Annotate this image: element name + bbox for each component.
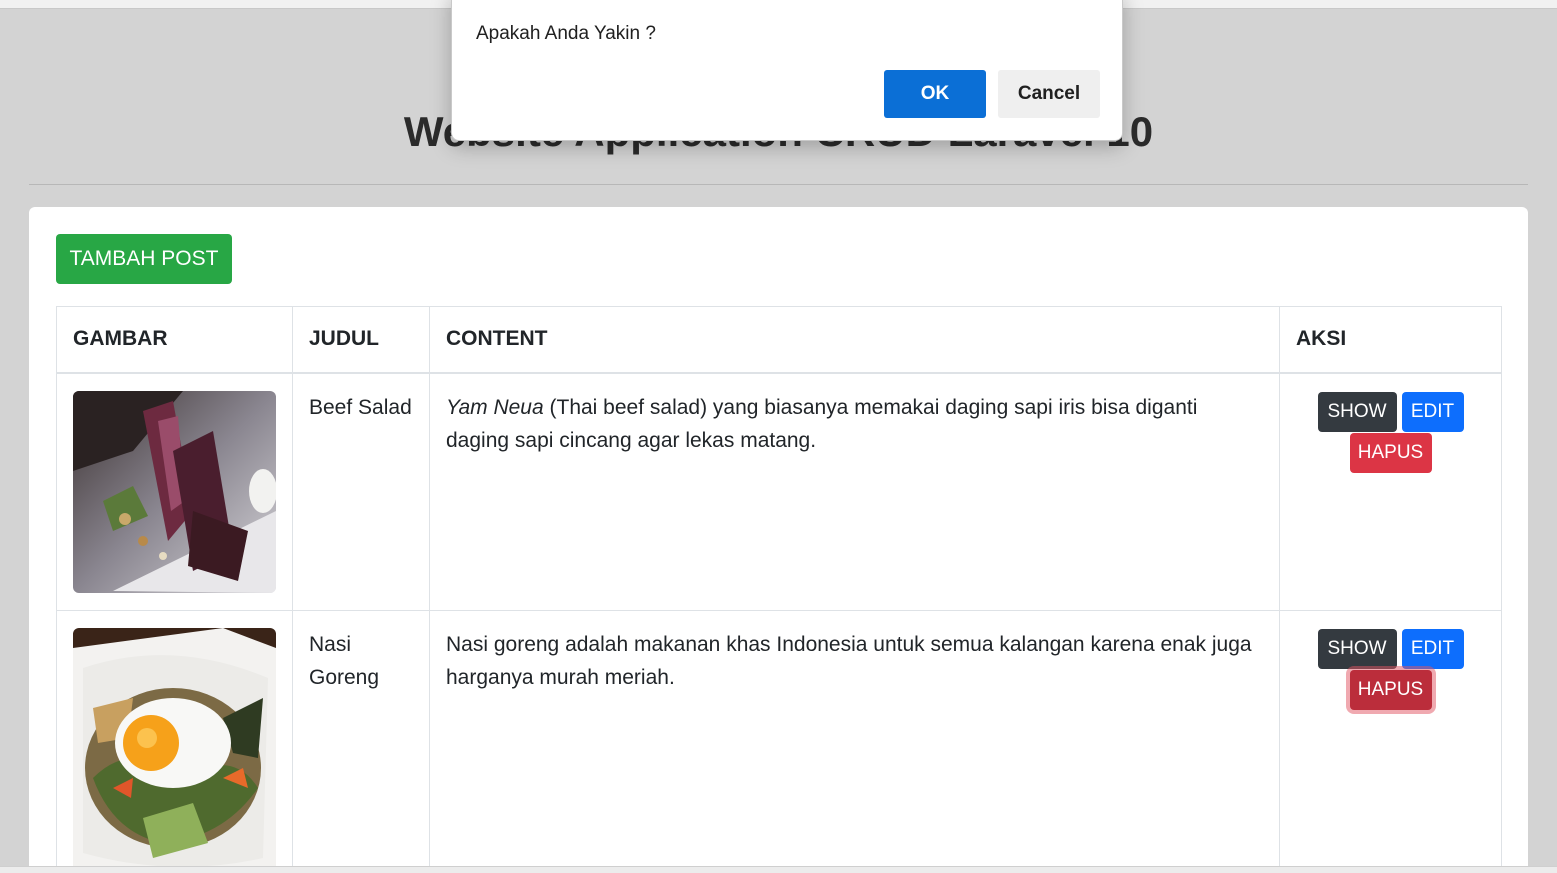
hapus-button[interactable]: HAPUS <box>1349 432 1432 473</box>
dialog-cancel-button[interactable]: Cancel <box>998 70 1100 118</box>
table-header-row: GAMBAR JUDUL CONTENT AKSI <box>56 306 1502 374</box>
edit-button[interactable]: EDIT <box>1401 391 1464 432</box>
content-cell: Nasi goreng adalah makanan khas Indonesi… <box>429 609 1280 873</box>
nasi-goreng-image <box>73 627 276 873</box>
image-cell <box>56 609 293 873</box>
add-post-button[interactable]: TAMBAH POST <box>56 234 232 284</box>
dialog-ok-button[interactable]: OK <box>884 70 986 118</box>
aksi-cell: SHOW EDIT HAPUS <box>1279 609 1502 873</box>
table-row: Beef Salad Yam Neua (Thai beef salad) ya… <box>56 372 1502 611</box>
content-text: (Thai beef salad) yang biasanya memakai … <box>446 395 1198 452</box>
content-italic: Yam Neua <box>446 395 544 419</box>
content-cell: Yam Neua (Thai beef salad) yang biasanya… <box>429 372 1280 611</box>
column-header-content: CONTENT <box>429 306 1280 374</box>
posts-card: TAMBAH POST GAMBAR JUDUL CONTENT AKSI Be… <box>29 207 1528 873</box>
judul-cell: Nasi Goreng <box>292 609 430 873</box>
hapus-button[interactable]: HAPUS <box>1349 669 1432 710</box>
confirm-dialog: Apakah Anda Yakin ? OK Cancel <box>451 0 1123 141</box>
edit-button[interactable]: EDIT <box>1401 628 1464 669</box>
column-header-judul: JUDUL <box>292 306 430 374</box>
column-header-gambar: GAMBAR <box>56 306 293 374</box>
beef-salad-image <box>73 390 276 593</box>
image-cell <box>56 372 293 611</box>
judul-cell: Beef Salad <box>292 372 430 611</box>
column-header-aksi: AKSI <box>1279 306 1502 374</box>
table-row: Nasi Goreng Nasi goreng adalah makanan k… <box>56 609 1502 873</box>
show-button[interactable]: SHOW <box>1317 628 1397 669</box>
aksi-cell: SHOW EDIT HAPUS <box>1279 372 1502 611</box>
browser-bottom-strip <box>0 866 1557 873</box>
show-button[interactable]: SHOW <box>1317 391 1397 432</box>
title-divider <box>29 184 1528 185</box>
posts-table: GAMBAR JUDUL CONTENT AKSI Beef Salad Yam… <box>56 306 1502 873</box>
dialog-message: Apakah Anda Yakin ? <box>476 23 656 44</box>
